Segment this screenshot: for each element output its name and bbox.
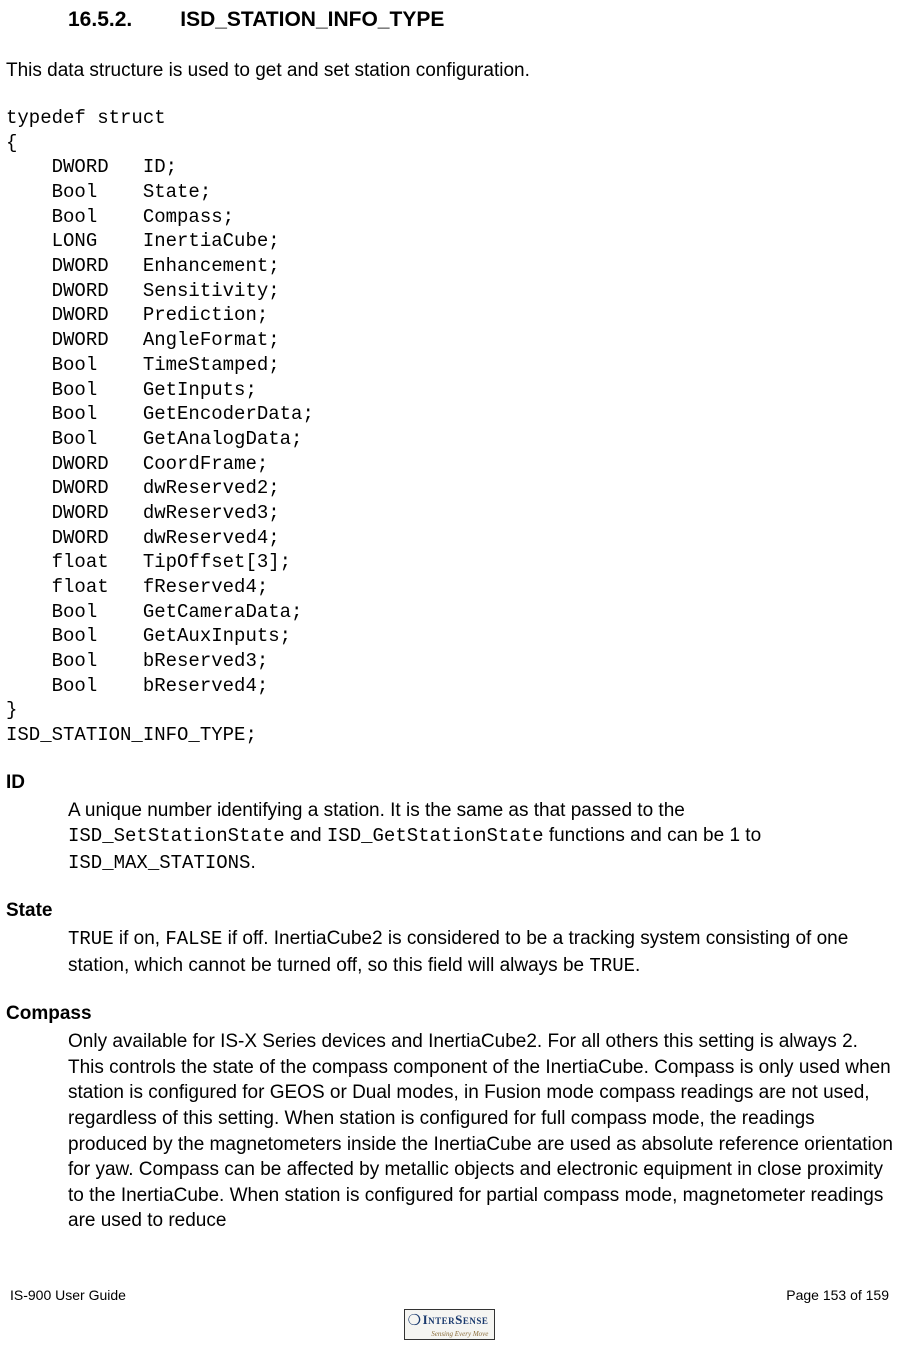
text: functions and can be 1 to bbox=[544, 825, 762, 846]
page-footer: IS-900 User Guide Page 153 of 159 ❍Inter… bbox=[0, 1286, 899, 1340]
text: Only available for IS-X Series devices a… bbox=[68, 1031, 893, 1231]
text: . bbox=[635, 955, 640, 976]
section-title: ISD_STATION_INFO_TYPE bbox=[180, 8, 444, 31]
code-inline: ISD_MAX_STATIONS bbox=[68, 852, 250, 874]
text: . bbox=[250, 852, 255, 873]
logo-text: InterSense bbox=[423, 1312, 489, 1327]
code-inline: ISD_SetStationState bbox=[68, 825, 285, 847]
text: and bbox=[285, 825, 327, 846]
section-heading: 16.5.2. ISD_STATION_INFO_TYPE bbox=[6, 0, 893, 34]
text: A unique number identifying a station. I… bbox=[68, 800, 685, 821]
term-state-label: State bbox=[6, 898, 893, 924]
text: if on, bbox=[114, 928, 166, 949]
footer-left: IS-900 User Guide bbox=[10, 1286, 126, 1305]
code-inline: FALSE bbox=[165, 928, 222, 950]
section-number: 16.5.2. bbox=[68, 6, 132, 34]
term-compass-desc: Only available for IS-X Series devices a… bbox=[68, 1029, 893, 1234]
term-compass-label: Compass bbox=[6, 1001, 893, 1027]
code-inline: TRUE bbox=[68, 928, 114, 950]
footer-logo: ❍InterSense Sensing Every Move bbox=[10, 1309, 889, 1340]
code-block: typedef struct { DWORD ID; Bool State; B… bbox=[6, 106, 893, 748]
term-id-label: ID bbox=[6, 770, 893, 796]
term-state-desc: TRUE if on, FALSE if off. InertiaCube2 i… bbox=[68, 926, 893, 979]
intro-paragraph: This data structure is used to get and s… bbox=[6, 58, 893, 84]
globe-icon: ❍ bbox=[408, 1311, 422, 1331]
term-id-desc: A unique number identifying a station. I… bbox=[68, 798, 893, 877]
code-inline: ISD_GetStationState bbox=[327, 825, 544, 847]
footer-right: Page 153 of 159 bbox=[786, 1286, 889, 1305]
code-inline: TRUE bbox=[589, 955, 635, 977]
